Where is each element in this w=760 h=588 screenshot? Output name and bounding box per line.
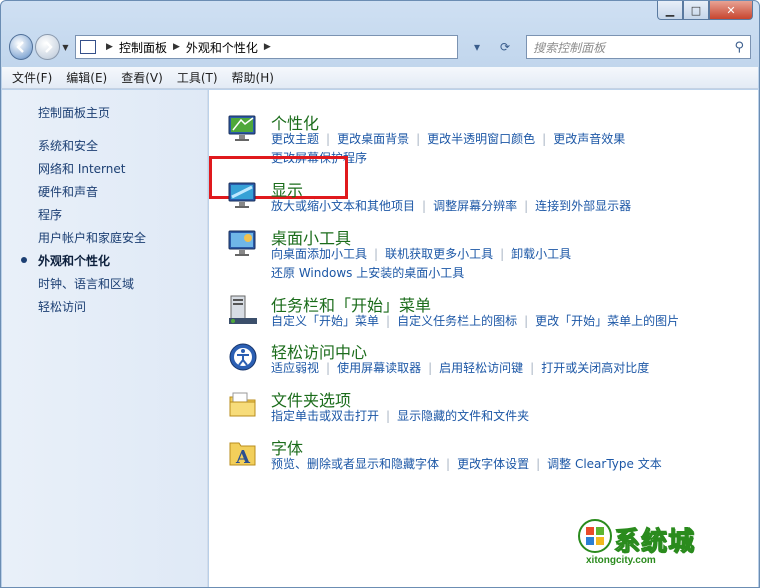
link[interactable]: 显示隐藏的文件和文件夹	[397, 409, 529, 423]
forward-arrow-icon	[44, 41, 53, 53]
menu-file[interactable]: 文件(F)	[12, 69, 52, 86]
search-box[interactable]: 搜索控制面板 ⚲	[526, 35, 752, 59]
sidebar-item-appearance[interactable]: 外观和个性化	[38, 252, 110, 269]
maximize-button[interactable]: □	[683, 1, 709, 20]
sidebar-item-ease-of-access[interactable]: 轻松访问	[38, 298, 86, 315]
link[interactable]: 卸载小工具	[511, 247, 571, 261]
link[interactable]: 调整 ClearType 文本	[547, 457, 662, 471]
sidebar-item-network[interactable]: 网络和 Internet	[38, 160, 125, 177]
link[interactable]: 自定义任务栏上的图标	[397, 314, 517, 328]
current-item-bullet-icon	[21, 257, 27, 263]
ease-of-access-icon	[229, 343, 257, 371]
menu-edit[interactable]: 编辑(E)	[66, 69, 107, 86]
close-button[interactable]: ✕	[709, 1, 753, 20]
chevron-right-icon[interactable]: ▶	[264, 42, 271, 52]
link[interactable]: 启用轻松访问键	[439, 361, 523, 375]
search-input[interactable]: 搜索控制面板	[533, 39, 734, 56]
recent-pages-dropdown[interactable]: ▼	[60, 43, 71, 52]
personalization-icon	[228, 115, 256, 141]
chevron-right-icon[interactable]: ▶	[173, 42, 180, 52]
link[interactable]: 更改字体设置	[457, 457, 529, 471]
link[interactable]: 更改声音效果	[553, 132, 625, 146]
sidebar-item-user-accounts[interactable]: 用户帐户和家庭安全	[38, 229, 146, 246]
watermark: 系统城 xitongcity.com	[578, 519, 728, 569]
menu-view[interactable]: 查看(V)	[121, 69, 163, 86]
address-actions: ▾ ⟳	[464, 35, 520, 59]
category-links: 自定义「开始」菜单 | 自定义任务栏上的图标 | 更改「开始」菜单上的图片	[271, 314, 680, 328]
address-dropdown-icon[interactable]: ▾	[474, 40, 480, 54]
windows-logo-icon	[578, 519, 612, 553]
refresh-icon[interactable]: ⟳	[500, 40, 510, 54]
watermark-text: 系统城	[613, 527, 696, 558]
menu-help[interactable]: 帮助(H)	[232, 69, 274, 86]
sidebar: 控制面板主页 系统和安全 网络和 Internet 硬件和声音 程序 用户帐户和…	[2, 90, 208, 587]
link[interactable]: 向桌面添加小工具	[271, 247, 367, 261]
control-panel-window: ▁ □ ✕ ▼ ▶ 控制面板 ▶ 外观和个性化 ▶ ▾ ⟳ 搜索控制面板 ⚲ 文…	[0, 0, 760, 588]
minimize-button[interactable]: ▁	[657, 1, 683, 20]
watermark-url: xitongcity.com	[586, 555, 656, 566]
link[interactable]: 打开或关闭高对比度	[541, 361, 649, 375]
category-links: 预览、删除或者显示和隐藏字体 | 更改字体设置 | 调整 ClearType 文本	[271, 457, 662, 471]
category-links: 适应弱视 | 使用屏幕读取器 | 启用轻松访问键 | 打开或关闭高对比度	[271, 361, 650, 375]
fonts-icon: A	[229, 442, 256, 468]
forward-button[interactable]	[35, 34, 60, 60]
gadgets-icon	[228, 230, 256, 256]
sidebar-item-home[interactable]: 控制面板主页	[38, 104, 110, 121]
category-links: 放大或缩小文本和其他项目 | 调整屏幕分辨率 | 连接到外部显示器	[271, 199, 632, 213]
navigation-bar: ▼ ▶ 控制面板 ▶ 外观和个性化 ▶ ▾ ⟳ 搜索控制面板 ⚲	[9, 31, 752, 63]
sidebar-item-system-security[interactable]: 系统和安全	[38, 137, 98, 154]
link[interactable]: 更改半透明窗口颜色	[427, 132, 535, 146]
menu-tools[interactable]: 工具(T)	[177, 69, 218, 86]
menu-bar: 文件(F) 编辑(E) 查看(V) 工具(T) 帮助(H)	[2, 67, 758, 89]
link[interactable]: 还原 Windows 上安装的桌面小工具	[271, 266, 464, 280]
svg-text:A: A	[235, 447, 251, 468]
breadcrumb-control-panel[interactable]: 控制面板	[119, 39, 167, 56]
search-icon[interactable]: ⚲	[734, 40, 744, 55]
back-button[interactable]	[9, 34, 34, 60]
sidebar-item-clock-language[interactable]: 时钟、语言和区域	[38, 275, 134, 292]
link[interactable]: 自定义「开始」菜单	[271, 314, 379, 328]
link[interactable]: 连接到外部显示器	[535, 199, 631, 213]
link[interactable]: 使用屏幕读取器	[337, 361, 421, 375]
link[interactable]: 预览、删除或者显示和隐藏字体	[271, 457, 439, 471]
category-links: 向桌面添加小工具 | 联机获取更多小工具 | 卸载小工具 还原 Windows 上安装的…	[271, 247, 572, 280]
chevron-right-icon[interactable]: ▶	[106, 42, 113, 52]
sidebar-item-programs[interactable]: 程序	[38, 206, 62, 223]
link[interactable]: 适应弱视	[271, 361, 319, 375]
link[interactable]: 调整屏幕分辨率	[433, 199, 517, 213]
back-arrow-icon	[16, 41, 25, 53]
link[interactable]: 指定单击或双击打开	[271, 409, 379, 423]
display-icon	[228, 182, 256, 208]
link[interactable]: 放大或缩小文本和其他项目	[271, 199, 415, 213]
link[interactable]: 更改「开始」菜单上的图片	[535, 314, 679, 328]
main-content: 个性化 更改主题 | 更改桌面背景 | 更改半透明窗口颜色 | 更改声音效果 更改屏幕保护程…	[209, 90, 758, 587]
caption-buttons: ▁ □ ✕	[657, 1, 753, 20]
category-links: 指定单击或双击打开 | 显示隐藏的文件和文件夹	[271, 409, 530, 423]
taskbar-icon	[229, 295, 257, 324]
breadcrumb-appearance[interactable]: 外观和个性化	[186, 39, 258, 56]
link[interactable]: 联机获取更多小工具	[385, 247, 493, 261]
control-panel-icon	[80, 40, 97, 54]
link[interactable]: 更改主题	[271, 132, 319, 146]
folder-options-icon	[229, 392, 256, 417]
link[interactable]: 更改桌面背景	[337, 132, 409, 146]
sidebar-item-hardware-sound[interactable]: 硬件和声音	[38, 183, 98, 200]
address-bar[interactable]: ▶ 控制面板 ▶ 外观和个性化 ▶	[75, 35, 459, 59]
